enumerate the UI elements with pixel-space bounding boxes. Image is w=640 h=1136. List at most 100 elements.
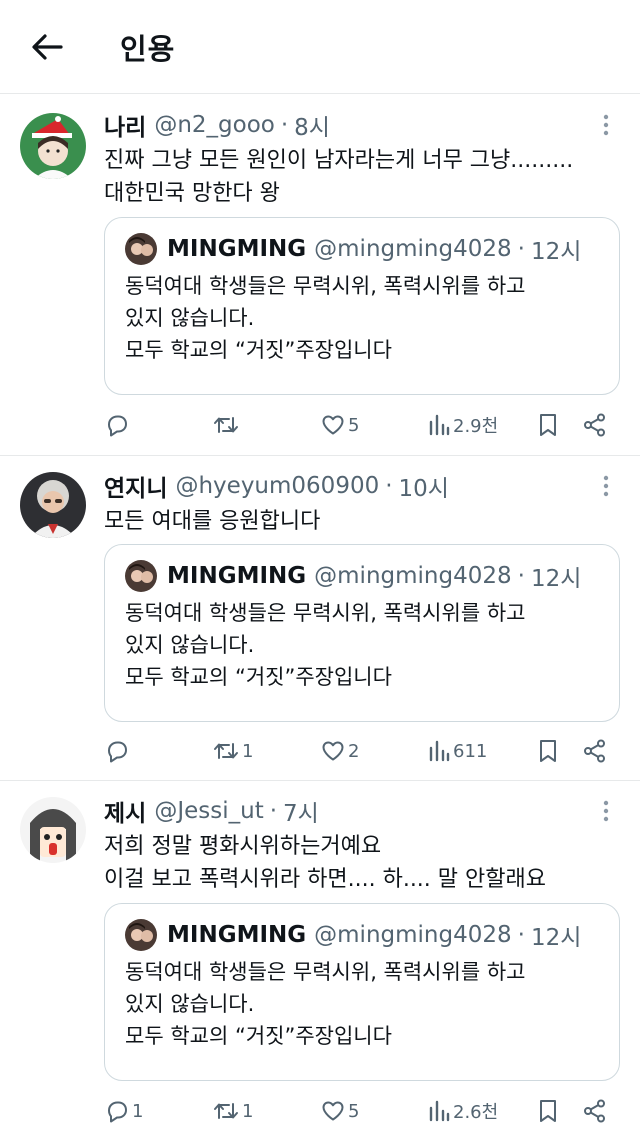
reply-count: 1 bbox=[132, 1100, 144, 1122]
separator: · bbox=[517, 563, 525, 589]
display-name[interactable]: 나리 bbox=[104, 108, 146, 142]
retweet-count: 1 bbox=[242, 1100, 254, 1122]
retweet-icon bbox=[214, 1103, 238, 1119]
quoted-text-line: 동덕여대 학생들은 무력시위, 폭력시위를 하고 bbox=[125, 601, 526, 625]
share-button[interactable] bbox=[582, 408, 608, 442]
share-icon bbox=[584, 1099, 605, 1123]
like-count: 5 bbox=[348, 414, 360, 436]
separator: · bbox=[385, 473, 393, 499]
quoted-text-line: 있지 않습니다. bbox=[125, 992, 255, 1016]
tweet-header: 연지니 @hyeyum060900 · 10시 bbox=[104, 469, 618, 503]
quoted-tweet[interactable]: MINGMING @mingming4028 · 12시 동덕여대 학생들은 무… bbox=[104, 544, 620, 722]
bookmark-icon bbox=[540, 414, 556, 436]
tweet-text-line: 모든 여대를 응원합니다 bbox=[104, 509, 321, 534]
separator: · bbox=[269, 798, 278, 824]
quoted-text-line: 있지 않습니다. bbox=[125, 633, 255, 657]
tweet-text: 모든 여대를 응원합니다 bbox=[104, 505, 618, 538]
heart-icon bbox=[322, 1101, 344, 1121]
tweet-header: 제시 @Jessi_ut · 7시 bbox=[104, 794, 618, 828]
bookmark-icon bbox=[540, 740, 556, 762]
more-button[interactable] bbox=[594, 110, 618, 140]
user-handle[interactable]: @n2_gooo bbox=[154, 112, 275, 138]
tweet-text: 저희 정말 평화시위하는거예요 이걸 보고 폭력시위라 하면.... 하....… bbox=[104, 830, 618, 896]
like-button[interactable]: 5 bbox=[320, 408, 359, 442]
quoted-tweet[interactable]: MINGMING @mingming4028 · 12시 동덕여대 학생들은 무… bbox=[104, 903, 620, 1081]
views-chart-icon bbox=[429, 1100, 450, 1122]
reply-button[interactable] bbox=[104, 734, 132, 768]
timestamp[interactable]: 7시 bbox=[283, 794, 319, 828]
tweet-header: 나리 @n2_gooo · 8시 bbox=[104, 108, 618, 142]
user-handle[interactable]: @hyeyum060900 bbox=[175, 473, 379, 499]
separator: · bbox=[517, 922, 525, 948]
heart-icon bbox=[322, 741, 344, 761]
quoted-tweet-header: MINGMING @mingming4028 · 12시 bbox=[125, 232, 599, 266]
tweet[interactable]: 연지니 @hyeyum060900 · 10시 모든 여대를 응원합니다 MIN… bbox=[0, 456, 640, 781]
avatar[interactable] bbox=[20, 472, 86, 538]
quoted-tweet[interactable]: MINGMING @mingming4028 · 12시 동덕여대 학생들은 무… bbox=[104, 217, 620, 395]
avatar[interactable] bbox=[20, 113, 86, 179]
share-button[interactable] bbox=[582, 1094, 608, 1128]
avatar bbox=[125, 233, 157, 265]
bookmark-button[interactable] bbox=[536, 734, 560, 768]
quoted-tweet-text: 동덕여대 학생들은 무력시위, 폭력시위를 하고 있지 않습니다. 모두 학교의… bbox=[125, 956, 599, 1052]
top-bar: 인용 bbox=[0, 0, 640, 94]
tweet-text-line: 이걸 보고 폭력시위라 하면.... 하.... 말 안할래요 bbox=[104, 867, 546, 892]
display-name: MINGMING bbox=[167, 236, 307, 262]
more-button[interactable] bbox=[594, 796, 618, 826]
display-name: MINGMING bbox=[167, 922, 307, 948]
share-button[interactable] bbox=[582, 734, 608, 768]
user-handle: @mingming4028 bbox=[314, 563, 512, 589]
bookmark-button[interactable] bbox=[536, 1094, 560, 1128]
views-button[interactable]: 2.6천 bbox=[427, 1094, 498, 1128]
display-name: MINGMING bbox=[167, 563, 307, 589]
tweet-text-line: 저희 정말 평화시위하는거예요 bbox=[104, 834, 382, 859]
reply-button[interactable] bbox=[104, 408, 132, 442]
retweet-icon bbox=[214, 417, 238, 433]
avatar bbox=[125, 919, 157, 951]
more-vertical-icon bbox=[603, 114, 609, 136]
retweet-button[interactable]: 1 bbox=[212, 734, 253, 768]
share-icon bbox=[584, 413, 605, 437]
quoted-text-line: 모두 학교의 “거짓”주장입니다 bbox=[125, 665, 392, 689]
tweet-text: 진짜 그냥 모든 원인이 남자라는게 너무 그냥......... 대한민국 망… bbox=[104, 144, 618, 210]
retweet-icon bbox=[214, 743, 238, 759]
reply-button[interactable]: 1 bbox=[104, 1094, 143, 1128]
quoted-text-line: 동덕여대 학생들은 무력시위, 폭력시위를 하고 bbox=[125, 274, 526, 298]
separator: · bbox=[517, 236, 525, 262]
views-chart-icon bbox=[429, 740, 450, 762]
views-button[interactable]: 2.9천 bbox=[427, 408, 498, 442]
tweet[interactable]: 제시 @Jessi_ut · 7시 저희 정말 평화시위하는거예요 이걸 보고 … bbox=[0, 781, 640, 1136]
user-handle: @mingming4028 bbox=[314, 236, 512, 262]
more-vertical-icon bbox=[603, 800, 609, 822]
timestamp[interactable]: 8시 bbox=[294, 108, 330, 142]
separator: · bbox=[280, 112, 289, 138]
more-button[interactable] bbox=[594, 471, 618, 501]
page-title: 인용 bbox=[120, 32, 176, 66]
like-button[interactable]: 2 bbox=[320, 734, 359, 768]
bookmark-button[interactable] bbox=[536, 408, 560, 442]
quoted-tweet-header: MINGMING @mingming4028 · 12시 bbox=[125, 918, 599, 952]
more-vertical-icon bbox=[603, 475, 609, 497]
views-button[interactable]: 611 bbox=[427, 734, 487, 768]
bookmark-icon bbox=[540, 1100, 556, 1122]
avatar bbox=[125, 560, 157, 592]
tweet-actions: 1 1 5 2.6천 bbox=[104, 1094, 620, 1128]
retweet-button[interactable]: 1 bbox=[212, 1094, 253, 1128]
quoted-tweet-header: MINGMING @mingming4028 · 12시 bbox=[125, 559, 599, 593]
like-button[interactable]: 5 bbox=[320, 1094, 359, 1128]
arrow-left-icon bbox=[32, 34, 63, 60]
timestamp[interactable]: 10시 bbox=[399, 469, 449, 503]
user-handle[interactable]: @Jessi_ut bbox=[154, 798, 263, 824]
display-name[interactable]: 연지니 bbox=[104, 469, 167, 503]
reply-icon bbox=[108, 1101, 127, 1123]
quoted-text-line: 모두 학교의 “거짓”주장입니다 bbox=[125, 1024, 392, 1048]
timestamp: 12시 bbox=[530, 925, 582, 951]
timestamp: 12시 bbox=[530, 239, 582, 265]
tweet[interactable]: 나리 @n2_gooo · 8시 진짜 그냥 모든 원인이 남자라는게 너무 그… bbox=[0, 95, 640, 456]
avatar[interactable] bbox=[20, 797, 86, 863]
retweet-button[interactable] bbox=[212, 408, 242, 442]
back-button[interactable] bbox=[28, 28, 66, 66]
display-name[interactable]: 제시 bbox=[104, 794, 146, 828]
quoted-text-line: 모두 학교의 “거짓”주장입니다 bbox=[125, 338, 392, 362]
retweet-count: 1 bbox=[242, 740, 254, 762]
